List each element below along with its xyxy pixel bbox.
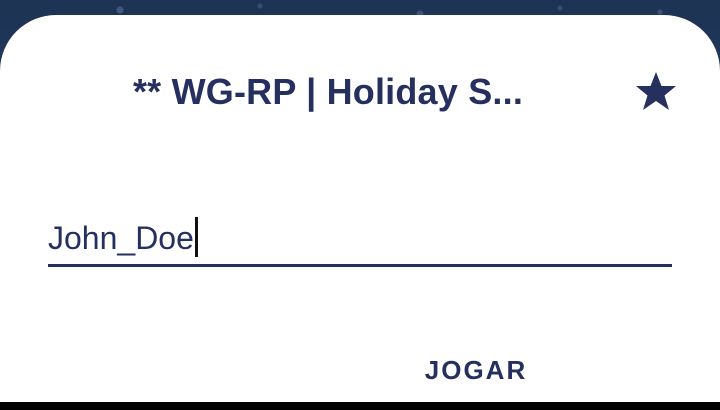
nickname-input[interactable]: John_Doe: [48, 215, 672, 267]
nickname-input-value[interactable]: John_Doe: [48, 217, 198, 257]
server-dialog: ** WG-RP | Holiday S... John_Doe JOGAR: [0, 15, 720, 402]
bottom-bar: [0, 402, 720, 410]
play-button[interactable]: JOGAR: [420, 345, 532, 395]
server-title: ** WG-RP | Holiday S...: [132, 71, 524, 112]
nickname-text: John_Doe: [48, 220, 194, 256]
app-screen: ** WG-RP | Holiday S... John_Doe JOGAR: [0, 0, 720, 410]
star-icon-graphic: [636, 72, 676, 110]
star-icon[interactable]: [634, 70, 678, 114]
text-caret: [194, 217, 198, 257]
